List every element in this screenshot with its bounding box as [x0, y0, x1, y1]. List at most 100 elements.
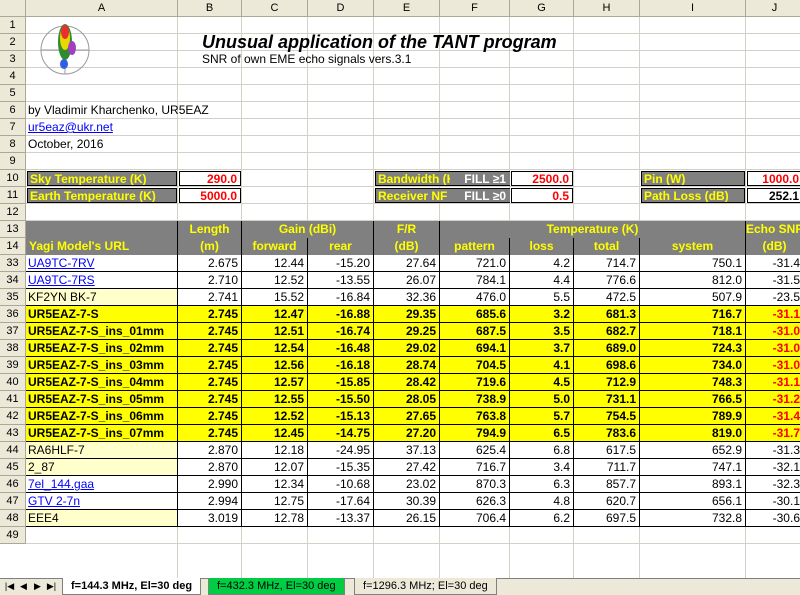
cell-forward: 12.52 [242, 408, 308, 425]
sky-temp-input[interactable]: 290.0 [179, 171, 241, 186]
column-header-f[interactable]: F [440, 0, 510, 17]
cell-snr: -30.1 [746, 493, 800, 510]
cell-fr: 28.05 [374, 391, 440, 408]
path-loss-label: Path Loss (dB) [641, 188, 745, 203]
cell-loss: 3.4 [510, 459, 574, 476]
subtitle: SNR of own EME echo signals vers.3.1 [202, 52, 412, 66]
cell-loss: 6.8 [510, 442, 574, 459]
gridline [26, 203, 800, 204]
row-header[interactable]: 9 [0, 153, 26, 170]
row-header[interactable]: 45 [0, 459, 26, 476]
column-header-h[interactable]: H [574, 0, 640, 17]
row-header[interactable]: 14 [0, 238, 26, 255]
row-header[interactable]: 10 [0, 170, 26, 187]
column-header-e[interactable]: E [374, 0, 440, 17]
row-header[interactable]: 37 [0, 323, 26, 340]
column-header-j[interactable]: J [746, 0, 800, 17]
first-sheet-icon[interactable]: |◀ [4, 581, 15, 592]
row-header[interactable]: 13 [0, 221, 26, 238]
row-header[interactable]: 42 [0, 408, 26, 425]
cell-fr: 27.64 [374, 255, 440, 272]
tab-1296mhz[interactable]: f=1296.3 MHz; El=30 deg [354, 578, 497, 595]
cell-total: 620.7 [574, 493, 640, 510]
cell-pattern: 738.9 [440, 391, 510, 408]
receiver-nf-input[interactable]: 0.5 [511, 188, 573, 203]
cell-total: 857.7 [574, 476, 640, 493]
cell-total: 682.7 [574, 323, 640, 340]
cell-rear: -13.37 [308, 510, 374, 527]
yagi-model-cell: UR5EAZ-7-S_ins_04mm [26, 374, 178, 391]
cell-system: 812.0 [640, 272, 746, 289]
cell-length: 2.990 [178, 476, 242, 493]
yagi-model-cell[interactable]: GTV 2-7n [26, 493, 178, 510]
pin-input[interactable]: 1000.0 [747, 171, 800, 186]
column-header-a[interactable]: A [26, 0, 178, 17]
cell-pattern: 794.9 [440, 425, 510, 442]
row-header[interactable]: 39 [0, 357, 26, 374]
cell-rear: -14.75 [308, 425, 374, 442]
tab-144mhz[interactable]: f=144.3 MHz, El=30 deg [62, 578, 202, 595]
row-header[interactable]: 41 [0, 391, 26, 408]
row-header[interactable]: 35 [0, 289, 26, 306]
cell-length: 2.745 [178, 306, 242, 323]
row-header[interactable]: 12 [0, 204, 26, 221]
row-header[interactable]: 47 [0, 493, 26, 510]
cell-loss: 6.3 [510, 476, 574, 493]
row-header[interactable]: 4 [0, 68, 26, 85]
row-header[interactable]: 43 [0, 425, 26, 442]
row-header[interactable]: 7 [0, 119, 26, 136]
row-header[interactable]: 2 [0, 34, 26, 51]
cell-forward: 12.52 [242, 272, 308, 289]
cell-pattern: 687.5 [440, 323, 510, 340]
column-header-i[interactable]: I [640, 0, 746, 17]
row-header[interactable]: 1 [0, 17, 26, 34]
row-header[interactable]: 8 [0, 136, 26, 153]
row-header[interactable]: 3 [0, 51, 26, 68]
cell-length: 2.745 [178, 323, 242, 340]
row-header[interactable]: 44 [0, 442, 26, 459]
row-header[interactable]: 34 [0, 272, 26, 289]
row-header[interactable]: 5 [0, 85, 26, 102]
cell-snr: -31.0 [746, 340, 800, 357]
yagi-model-cell[interactable]: UA9TC-7RV [26, 255, 178, 272]
row-header[interactable]: 49 [0, 527, 26, 544]
cell-length: 2.741 [178, 289, 242, 306]
earth-temp-input[interactable]: 5000.0 [179, 188, 241, 203]
cell-forward: 12.47 [242, 306, 308, 323]
cell-rear: -16.48 [308, 340, 374, 357]
yagi-model-cell[interactable]: UA9TC-7RS [26, 272, 178, 289]
cell-total: 711.7 [574, 459, 640, 476]
receiver-nf-label: Receiver NF (dB) >> [375, 188, 451, 203]
header-length: Length [178, 221, 242, 238]
cell-forward: 12.34 [242, 476, 308, 493]
column-header-g[interactable]: G [510, 0, 574, 17]
cell-rear: -24.95 [308, 442, 374, 459]
row-header[interactable]: 6 [0, 102, 26, 119]
yagi-model-cell[interactable]: 7el_144.gaa [26, 476, 178, 493]
prev-sheet-icon[interactable]: ◀ [18, 581, 29, 592]
bandwidth-fill-hint: FILL ≥1 [450, 171, 510, 186]
yagi-model-cell: RA6HLF-7 [26, 442, 178, 459]
email-link[interactable]: ur5eaz@ukr.net [26, 119, 176, 136]
row-header[interactable]: 11 [0, 187, 26, 204]
row-header[interactable]: 40 [0, 374, 26, 391]
row-header[interactable]: 36 [0, 306, 26, 323]
cell-total: 681.3 [574, 306, 640, 323]
row-header[interactable]: 48 [0, 510, 26, 527]
header-fr: F/R [374, 221, 440, 238]
row-header[interactable]: 38 [0, 340, 26, 357]
next-sheet-icon[interactable]: ▶ [32, 581, 43, 592]
cell-fr: 29.02 [374, 340, 440, 357]
cell-system: 750.1 [640, 255, 746, 272]
row-header[interactable]: 46 [0, 476, 26, 493]
cell-system: 819.0 [640, 425, 746, 442]
cell-fr: 28.42 [374, 374, 440, 391]
select-all-corner[interactable] [0, 0, 26, 17]
bandwidth-input[interactable]: 2500.0 [511, 171, 573, 186]
column-header-c[interactable]: C [242, 0, 308, 17]
row-header[interactable]: 33 [0, 255, 26, 272]
column-header-d[interactable]: D [308, 0, 374, 17]
last-sheet-icon[interactable]: ▶| [46, 581, 57, 592]
column-header-b[interactable]: B [178, 0, 242, 17]
tab-432mhz[interactable]: f=432.3 MHz, El=30 deg [208, 578, 345, 595]
